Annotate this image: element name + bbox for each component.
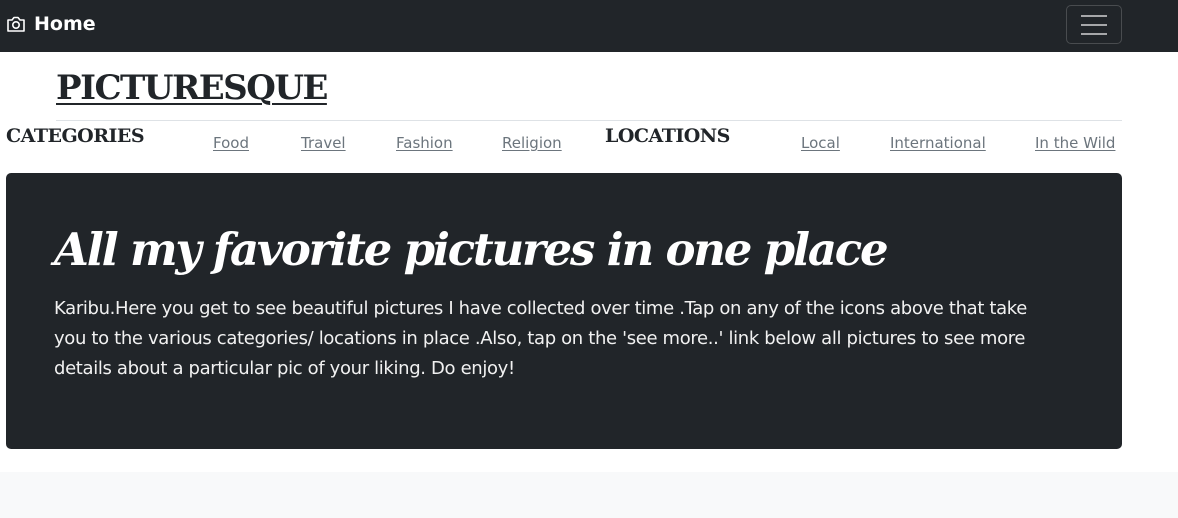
hero-jumbotron: All my favorite pictures in one place Ka… (6, 173, 1122, 449)
hamburger-menu-icon (1081, 32, 1107, 35)
categories-heading: CATEGORIES (6, 125, 145, 147)
location-link-international[interactable]: International (890, 134, 986, 152)
home-link[interactable]: Home (6, 12, 96, 36)
locations-heading: LOCATIONS (605, 125, 730, 147)
hero-title: All my favorite pictures in one place (54, 223, 889, 276)
hamburger-menu-icon (1081, 14, 1107, 17)
category-link-religion[interactable]: Religion (502, 134, 562, 152)
site-title-link[interactable]: PICTURESQUE (56, 68, 328, 108)
category-link-fashion[interactable]: Fashion (396, 134, 453, 152)
page-footer-strip (0, 472, 1178, 518)
camera-icon (6, 15, 26, 33)
category-link-food[interactable]: Food (213, 134, 249, 152)
category-link-travel[interactable]: Travel (301, 134, 346, 152)
location-link-in-the-wild[interactable]: In the Wild (1035, 134, 1115, 152)
navbar-toggle-button[interactable] (1066, 5, 1122, 44)
top-navbar: Home (0, 0, 1178, 52)
home-label: Home (34, 13, 96, 35)
hamburger-menu-icon (1081, 23, 1107, 26)
header-divider (56, 120, 1122, 121)
location-link-local[interactable]: Local (801, 134, 840, 152)
hero-description: Karibu.Here you get to see beautiful pic… (54, 298, 1027, 379)
